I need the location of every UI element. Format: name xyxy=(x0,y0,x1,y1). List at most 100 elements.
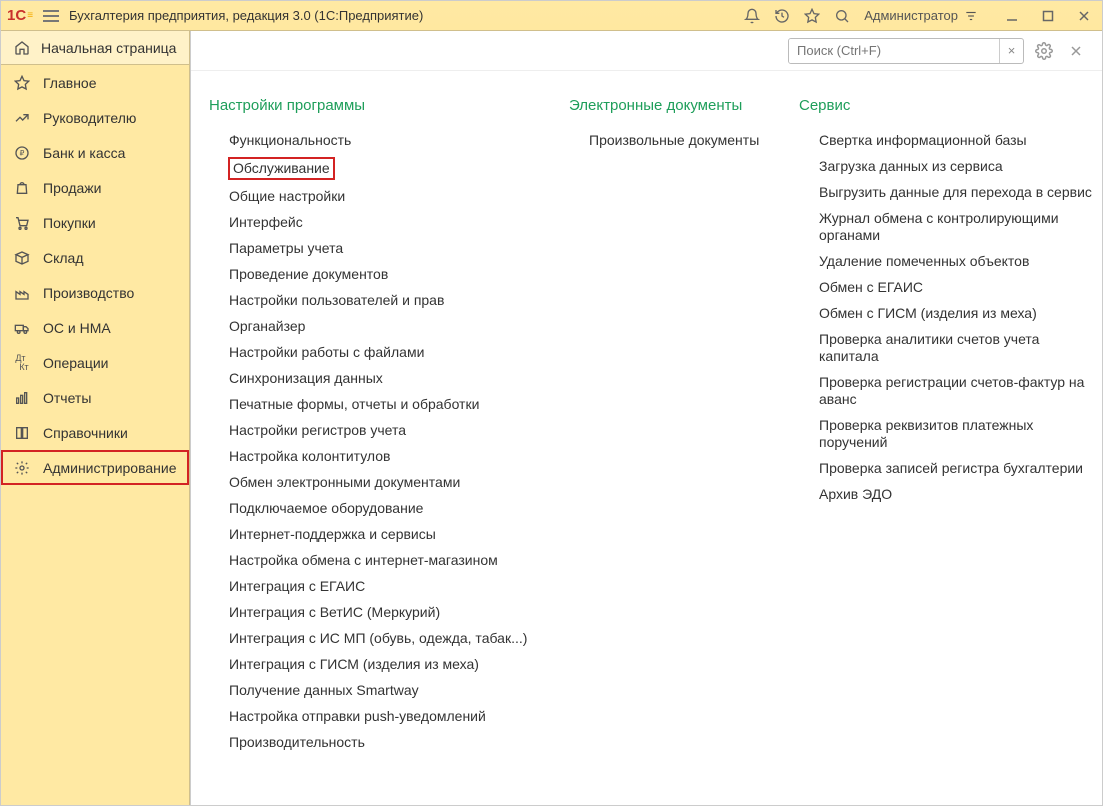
filter-icon xyxy=(964,9,978,23)
list-item: Настройки работы с файлами xyxy=(229,344,539,361)
sidebar-item-6[interactable]: Производство xyxy=(1,275,189,310)
nav-link[interactable]: Обмен электронными документами xyxy=(229,474,460,490)
column-2: Сервис Свертка информационной базы Загрузк… xyxy=(799,97,1099,503)
list-item: Подключаемое оборудование xyxy=(229,500,539,517)
list-item: Проверка регистрации счетов-фактур на ав… xyxy=(819,374,1099,408)
factory-icon xyxy=(13,284,31,302)
nav-link[interactable]: Обмен с ЕГАИС xyxy=(819,279,923,295)
search-clear-button[interactable]: × xyxy=(999,39,1023,63)
sidebar-item-2[interactable]: ₽Банк и касса xyxy=(1,135,189,170)
maximize-button[interactable] xyxy=(1036,4,1060,28)
nav-link[interactable]: Интеграция с ИС МП (обувь, одежда, табак… xyxy=(229,630,527,646)
nav-link[interactable]: Проверка записей регистра бухгалтерии xyxy=(819,460,1083,476)
list-item: Функциональность xyxy=(229,132,539,149)
nav-link[interactable]: Печатные формы, отчеты и обработки xyxy=(229,396,479,412)
nav-link[interactable]: Удаление помеченных объектов xyxy=(819,253,1029,269)
sidebar-item-0[interactable]: Главное xyxy=(1,65,189,100)
sidebar-item-3[interactable]: Продажи xyxy=(1,170,189,205)
close-button[interactable] xyxy=(1072,4,1096,28)
sidebar-item-9[interactable]: Отчеты xyxy=(1,380,189,415)
list-item: Настройка отправки push-уведомлений xyxy=(229,708,539,725)
list-item: Произвольные документы xyxy=(589,132,769,149)
nav-link[interactable]: Производительность xyxy=(229,734,365,750)
list-item: Интеграция с ЕГАИС xyxy=(229,578,539,595)
user-label[interactable]: Администратор xyxy=(864,8,978,23)
nav-link[interactable]: Архив ЭДО xyxy=(819,486,892,502)
sidebar-item-label: Справочники xyxy=(43,425,128,441)
history-icon[interactable] xyxy=(774,8,790,24)
nav-link[interactable]: Получение данных Smartway xyxy=(229,682,419,698)
nav-link[interactable]: Выгрузить данные для перехода в сервис xyxy=(819,184,1092,200)
cart-icon xyxy=(13,214,31,232)
sidebar-item-label: Администрирование xyxy=(43,460,177,476)
sidebar-item-4[interactable]: Покупки xyxy=(1,205,189,240)
nav-link[interactable]: Интернет-поддержка и сервисы xyxy=(229,526,436,542)
star-icon[interactable] xyxy=(804,8,820,24)
nav-link[interactable]: Настройки работы с файлами xyxy=(229,344,424,360)
sidebar-item-5[interactable]: Склад xyxy=(1,240,189,275)
titlebar: 1C≡ Бухгалтерия предприятия, редакция 3.… xyxy=(1,1,1102,31)
bars-icon xyxy=(13,389,31,407)
search-input[interactable] xyxy=(789,39,999,63)
nav-link[interactable]: Интерфейс xyxy=(229,214,303,230)
nav-link[interactable]: Проверка регистрации счетов-фактур на ав… xyxy=(819,374,1084,407)
nav-link[interactable]: Свертка информационной базы xyxy=(819,132,1027,148)
bag-icon xyxy=(13,179,31,197)
list-item: Настройка колонтитулов xyxy=(229,448,539,465)
ruble-icon: ₽ xyxy=(13,144,31,162)
nav-link[interactable]: Настройка колонтитулов xyxy=(229,448,390,464)
sidebar-item-label: Производство xyxy=(43,285,134,301)
close-panel-button[interactable] xyxy=(1064,39,1088,63)
nav-link[interactable]: Проверка реквизитов платежных поручений xyxy=(819,417,1033,450)
list-item: Параметры учета xyxy=(229,240,539,257)
logo-1c-icon: 1C≡ xyxy=(7,7,33,24)
list-item: Настройки регистров учета xyxy=(229,422,539,439)
main-panel: × Настройки программыФункциональностьОбс… xyxy=(190,31,1102,805)
nav-link[interactable]: Настройка отправки push-уведомлений xyxy=(229,708,486,724)
list-item: Интеграция с ВетИС (Меркурий) xyxy=(229,604,539,621)
sidebar-item-7[interactable]: ОС и НМА xyxy=(1,310,189,345)
sidebar-item-1[interactable]: Руководителю xyxy=(1,100,189,135)
sidebar-item-label: Продажи xyxy=(43,180,101,196)
nav-link[interactable]: Журнал обмена с контролирующими органами xyxy=(819,210,1059,243)
nav-link[interactable]: Интеграция с ВетИС (Меркурий) xyxy=(229,604,440,620)
user-name: Администратор xyxy=(864,8,958,23)
nav-link[interactable]: Настройка обмена с интернет-магазином xyxy=(229,552,498,568)
list-item: Обслуживание xyxy=(229,158,539,179)
nav-link[interactable]: Синхронизация данных xyxy=(229,370,383,386)
nav-link[interactable]: Настройки пользователей и прав xyxy=(229,292,444,308)
columns: Настройки программыФункциональностьОбслу… xyxy=(209,97,1092,751)
nav-link[interactable]: Общие настройки xyxy=(229,188,345,204)
link-list: Свертка информационной базы Загрузка данн… xyxy=(799,132,1099,503)
nav-link[interactable]: Проведение документов xyxy=(229,266,388,282)
search-icon[interactable] xyxy=(834,8,850,24)
nav-link[interactable]: Загрузка данных из сервиса xyxy=(819,158,1003,174)
sidebar: Начальная страница ГлавноеРуководителю₽Б… xyxy=(1,31,190,805)
nav-link[interactable]: Функциональность xyxy=(229,132,351,148)
sidebar-item-11[interactable]: Администрирование xyxy=(1,450,189,485)
nav-link[interactable]: Подключаемое оборудование xyxy=(229,500,423,516)
nav-link[interactable]: Произвольные документы xyxy=(589,132,759,148)
menu-icon[interactable] xyxy=(43,10,59,22)
nav-link[interactable]: Интеграция с ГИСМ (изделия из меха) xyxy=(229,656,479,672)
list-item: Интернет-поддержка и сервисы xyxy=(229,526,539,543)
column-heading: Сервис xyxy=(799,97,1099,114)
sidebar-item-8[interactable]: ДтКтОперации xyxy=(1,345,189,380)
nav-link[interactable]: Интеграция с ЕГАИС xyxy=(229,578,365,594)
sidebar-item-10[interactable]: Справочники xyxy=(1,415,189,450)
minimize-button[interactable] xyxy=(1000,4,1024,28)
nav-link[interactable]: Проверка аналитики счетов учета капитала xyxy=(819,331,1039,364)
settings-icon[interactable] xyxy=(1032,39,1056,63)
dtkt-icon: ДтКт xyxy=(13,354,31,372)
list-item: Интерфейс xyxy=(229,214,539,231)
bell-icon[interactable] xyxy=(744,8,760,24)
nav-link[interactable]: Параметры учета xyxy=(229,240,343,256)
nav-link[interactable]: Настройки регистров учета xyxy=(229,422,406,438)
nav-link[interactable]: Обслуживание xyxy=(229,158,334,179)
nav-link[interactable]: Обмен с ГИСМ (изделия из меха) xyxy=(819,305,1037,321)
sidebar-home[interactable]: Начальная страница xyxy=(1,31,189,65)
nav-link[interactable]: Органайзер xyxy=(229,318,305,334)
list-item: Настройки пользователей и прав xyxy=(229,292,539,309)
sidebar-item-label: Отчеты xyxy=(43,390,91,406)
home-icon xyxy=(13,39,31,57)
